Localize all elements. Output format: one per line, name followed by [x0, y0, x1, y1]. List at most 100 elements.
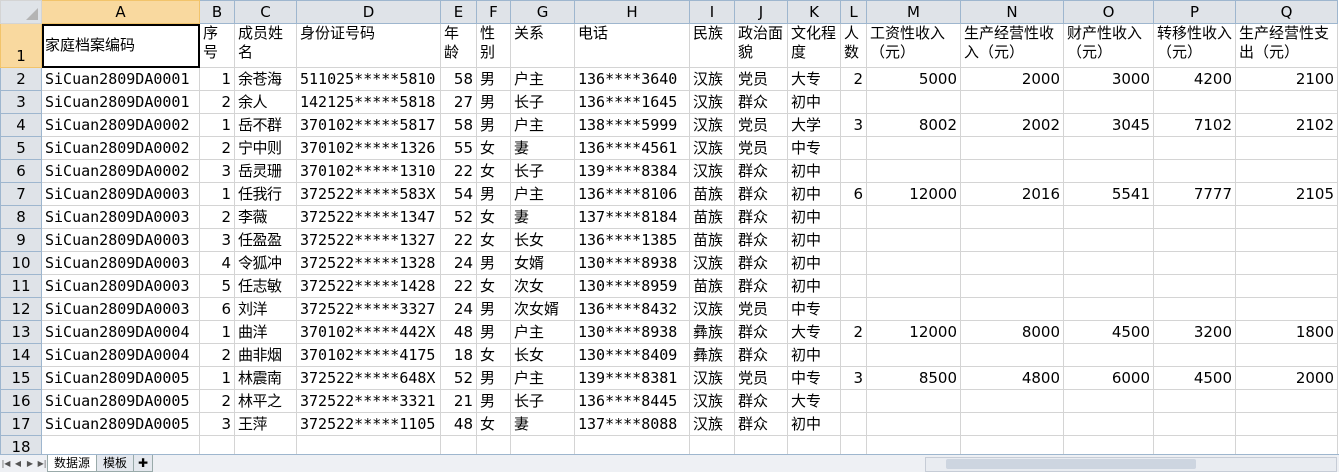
- header-cell-i[interactable]: 民族: [689, 23, 735, 68]
- cell-l[interactable]: [840, 251, 867, 275]
- cell-j[interactable]: 群众: [734, 343, 788, 367]
- row-header[interactable]: 10: [0, 251, 42, 275]
- cell-a[interactable]: SiCuan2809DA0002: [41, 159, 200, 183]
- cell-e[interactable]: 52: [440, 366, 477, 390]
- cell-g[interactable]: 妻: [510, 205, 575, 229]
- cell-g[interactable]: 户主: [510, 182, 575, 206]
- cell-h[interactable]: 136****8106: [574, 182, 690, 206]
- insert-sheet-icon[interactable]: ✚: [133, 455, 154, 472]
- cell-q[interactable]: [1235, 205, 1338, 229]
- cell-p[interactable]: [1153, 412, 1236, 436]
- cell-e[interactable]: 52: [440, 205, 477, 229]
- row-header[interactable]: 11: [0, 274, 42, 298]
- cell-i[interactable]: 苗族: [689, 205, 735, 229]
- cell-n[interactable]: [960, 228, 1064, 252]
- cell-b[interactable]: 6: [199, 297, 235, 321]
- cell-a[interactable]: SiCuan2809DA0005: [41, 366, 200, 390]
- cell-b[interactable]: 3: [199, 412, 235, 436]
- cell-l[interactable]: [840, 90, 867, 114]
- cell-e[interactable]: 22: [440, 159, 477, 183]
- cell-m[interactable]: [866, 343, 961, 367]
- cell-c[interactable]: 岳灵珊: [234, 159, 297, 183]
- cell-p[interactable]: [1153, 159, 1236, 183]
- cell-o[interactable]: [1063, 274, 1154, 298]
- cell-p[interactable]: 7777: [1153, 182, 1236, 206]
- cell-g[interactable]: 长子: [510, 90, 575, 114]
- cell-d[interactable]: 370102*****4175: [296, 343, 441, 367]
- cell-b[interactable]: 3: [199, 228, 235, 252]
- cell-a[interactable]: SiCuan2809DA0001: [41, 67, 200, 91]
- cell-b[interactable]: 1: [199, 182, 235, 206]
- cell-j[interactable]: 群众: [734, 205, 788, 229]
- cell-q[interactable]: [1235, 228, 1338, 252]
- cell-m[interactable]: [866, 389, 961, 413]
- cell-p[interactable]: [1153, 389, 1236, 413]
- cell-p[interactable]: [1153, 136, 1236, 160]
- cell-f[interactable]: 女: [476, 274, 511, 298]
- cell-f[interactable]: 男: [476, 90, 511, 114]
- cell-d[interactable]: 370102*****5817: [296, 113, 441, 137]
- cell-a[interactable]: SiCuan2809DA0003: [41, 205, 200, 229]
- column-header-d[interactable]: D: [296, 0, 441, 24]
- cell-l[interactable]: [840, 159, 867, 183]
- cell-h[interactable]: 130****8409: [574, 343, 690, 367]
- cell-c[interactable]: 岳不群: [234, 113, 297, 137]
- cell-p[interactable]: 4200: [1153, 67, 1236, 91]
- row-header[interactable]: 16: [0, 389, 42, 413]
- cell-m[interactable]: 12000: [866, 320, 961, 344]
- cell-q[interactable]: [1235, 159, 1338, 183]
- cell-e[interactable]: 24: [440, 251, 477, 275]
- column-header-o[interactable]: O: [1063, 0, 1154, 24]
- header-cell-p[interactable]: 转移性收入（元）: [1153, 23, 1236, 68]
- cell-i[interactable]: 汉族: [689, 389, 735, 413]
- cell-e[interactable]: 55: [440, 136, 477, 160]
- cell-p[interactable]: [1153, 297, 1236, 321]
- header-cell-a[interactable]: 家庭档案编码: [41, 23, 200, 68]
- cell-f[interactable]: 女: [476, 159, 511, 183]
- cell-q[interactable]: [1235, 343, 1338, 367]
- cell-d[interactable]: 370102*****1326: [296, 136, 441, 160]
- cell-p[interactable]: [1153, 228, 1236, 252]
- cell-n[interactable]: 2016: [960, 182, 1064, 206]
- cell-g[interactable]: 女婿: [510, 251, 575, 275]
- cell-h[interactable]: 130****8938: [574, 320, 690, 344]
- cell-a[interactable]: SiCuan2809DA0003: [41, 297, 200, 321]
- cell-k[interactable]: 初中: [787, 251, 841, 275]
- column-header-l[interactable]: L: [840, 0, 867, 24]
- cell-k[interactable]: 中专: [787, 136, 841, 160]
- cell-d[interactable]: 372522*****648X: [296, 366, 441, 390]
- cell-q[interactable]: [1235, 389, 1338, 413]
- cell-a[interactable]: SiCuan2809DA0004: [41, 343, 200, 367]
- cell-m[interactable]: [866, 412, 961, 436]
- cell-k[interactable]: 中专: [787, 366, 841, 390]
- cell-q[interactable]: [1235, 412, 1338, 436]
- cell-k[interactable]: 初中: [787, 343, 841, 367]
- cell-k[interactable]: 初中: [787, 159, 841, 183]
- sheet-tab-data-source[interactable]: 数据源: [47, 455, 98, 472]
- cell-e[interactable]: 54: [440, 182, 477, 206]
- cell-e[interactable]: 58: [440, 113, 477, 137]
- cell-j[interactable]: 群众: [734, 182, 788, 206]
- cell-q[interactable]: [1235, 136, 1338, 160]
- cell-c[interactable]: 李薇: [234, 205, 297, 229]
- cell-k[interactable]: 初中: [787, 205, 841, 229]
- column-header-p[interactable]: P: [1153, 0, 1236, 24]
- cell-g[interactable]: 户主: [510, 113, 575, 137]
- cell-l[interactable]: [840, 274, 867, 298]
- cell-f[interactable]: 男: [476, 320, 511, 344]
- cell-n[interactable]: [960, 205, 1064, 229]
- cell-o[interactable]: [1063, 136, 1154, 160]
- column-header-n[interactable]: N: [960, 0, 1064, 24]
- cell-n[interactable]: 4800: [960, 366, 1064, 390]
- cell-k[interactable]: 初中: [787, 274, 841, 298]
- cell-a[interactable]: SiCuan2809DA0003: [41, 274, 200, 298]
- cell-a[interactable]: SiCuan2809DA0005: [41, 412, 200, 436]
- cell-d[interactable]: 372522*****3321: [296, 389, 441, 413]
- row-header-1[interactable]: 1: [0, 23, 42, 68]
- cell-q[interactable]: 1800: [1235, 320, 1338, 344]
- header-cell-j[interactable]: 政治面貌: [734, 23, 788, 68]
- cell-j[interactable]: 党员: [734, 297, 788, 321]
- cell-n[interactable]: 8000: [960, 320, 1064, 344]
- column-header-j[interactable]: J: [734, 0, 788, 24]
- row-header[interactable]: 17: [0, 412, 42, 436]
